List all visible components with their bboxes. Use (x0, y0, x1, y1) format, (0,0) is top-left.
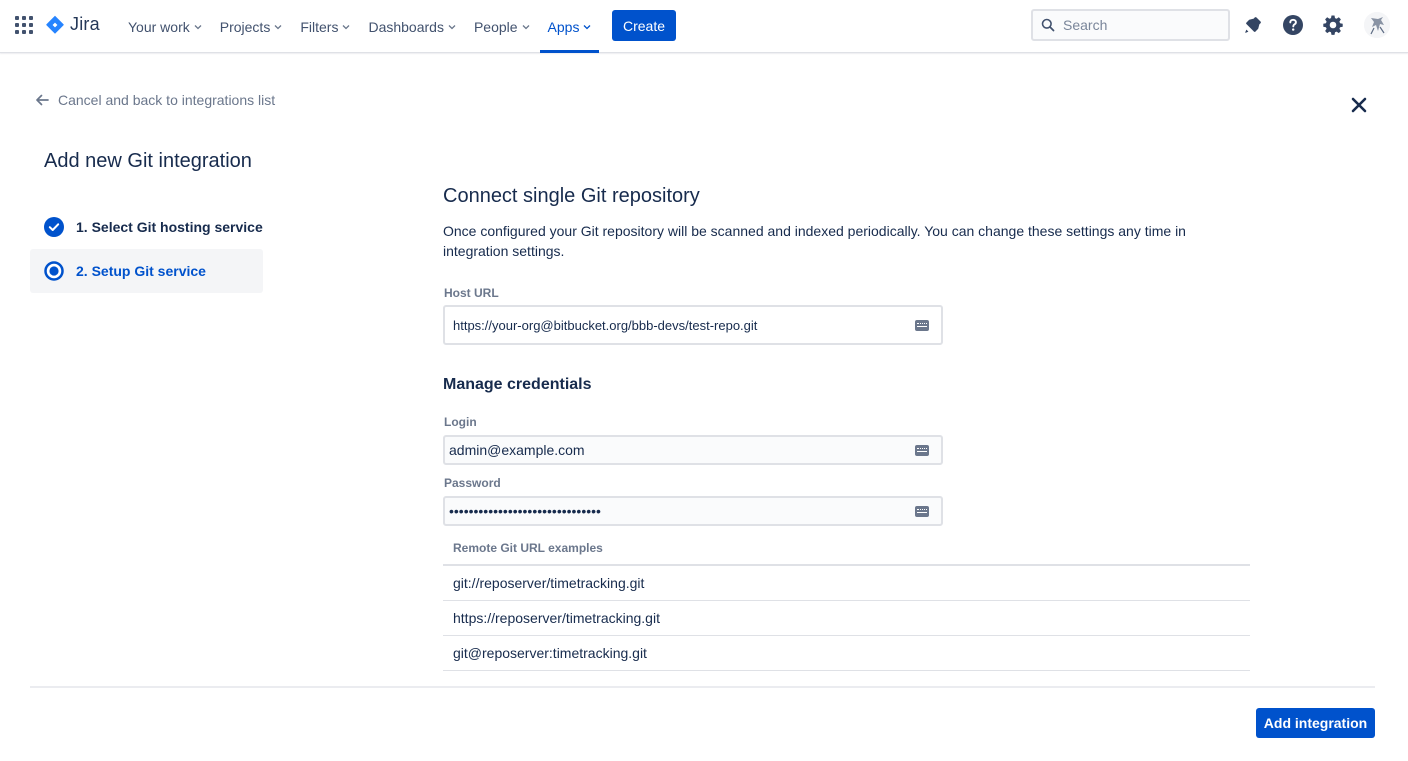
chevron-down-icon (448, 24, 456, 29)
close-icon[interactable] (1348, 94, 1370, 116)
form-description: Once configured your Git repository will… (443, 223, 1186, 259)
host-url-input[interactable] (445, 317, 915, 333)
top-navigation: Jira Your work Projects Filters Dashboar… (0, 0, 1408, 53)
nav-label: Apps (547, 18, 580, 35)
search-input[interactable] (1063, 17, 1213, 33)
avatar[interactable] (1364, 12, 1390, 38)
examples-header: Remote Git URL examples (443, 537, 1250, 566)
chevron-down-icon (342, 24, 350, 29)
step-select-hosting[interactable]: 1. Select Git hosting service (30, 205, 263, 249)
nav-dashboards[interactable]: Dashboards (360, 0, 464, 53)
nav-label: Projects (219, 18, 271, 35)
password-manager-icon[interactable] (915, 444, 929, 456)
chevron-down-icon (194, 24, 202, 29)
nav-label: Filters (300, 18, 339, 35)
chevron-down-icon (274, 24, 282, 29)
user-avatar-icon (1364, 12, 1390, 38)
nav-label: People (473, 18, 518, 35)
check-circle-icon (44, 217, 64, 237)
nav-label: Dashboards (368, 18, 444, 35)
login-input[interactable] (445, 442, 915, 458)
host-url-label: Host URL (444, 286, 499, 300)
password-input[interactable] (445, 503, 915, 519)
wizard-steps: 1. Select Git hosting service 2. Setup G… (30, 205, 263, 293)
settings-icon[interactable] (1322, 14, 1344, 36)
radio-current-icon (44, 261, 64, 281)
login-label: Login (444, 415, 477, 429)
credentials-heading: Manage credentials (443, 376, 592, 393)
git-url-examples-table: Remote Git URL examples git://reposerver… (443, 537, 1250, 671)
step-setup-git[interactable]: 2. Setup Git service (30, 249, 263, 293)
app-switcher-icon[interactable] (15, 16, 33, 34)
nav-people[interactable]: People (466, 0, 538, 53)
help-icon[interactable] (1282, 14, 1304, 36)
chevron-down-icon (584, 24, 591, 29)
nav-filters[interactable]: Filters (292, 0, 358, 53)
password-manager-icon[interactable] (915, 505, 929, 517)
footer-divider (30, 686, 1375, 688)
page-title: Add new Git integration (44, 150, 252, 172)
nav-projects[interactable]: Projects (212, 0, 291, 53)
form-heading: Connect single Git repository (443, 185, 700, 207)
table-row: git://reposerver/timetracking.git (443, 566, 1250, 601)
jira-logo[interactable]: Jira (45, 14, 100, 35)
search-icon (1041, 18, 1055, 32)
password-manager-icon[interactable] (915, 319, 929, 331)
step-label: 2. Setup Git service (76, 263, 206, 279)
product-name: Jira (70, 14, 100, 34)
main-nav: Your work Projects Filters Dashboards Pe… (120, 0, 601, 53)
arrow-left-icon (36, 94, 49, 106)
password-field[interactable] (443, 496, 943, 526)
table-row: https://reposerver/timetracking.git (443, 601, 1250, 636)
nav-apps[interactable]: Apps (539, 0, 600, 53)
chevron-down-icon (522, 24, 530, 29)
search-box[interactable] (1031, 9, 1230, 41)
step-label: 1. Select Git hosting service (76, 219, 263, 235)
password-label: Password (444, 476, 501, 490)
create-button[interactable]: Create (612, 10, 676, 41)
nav-your-work[interactable]: Your work (120, 0, 210, 53)
back-to-integrations-link[interactable]: Cancel and back to integrations list (34, 92, 275, 108)
jira-logo-icon (46, 15, 64, 34)
back-link-label: Cancel and back to integrations list (58, 92, 276, 108)
notifications-icon[interactable] (1242, 14, 1264, 36)
add-integration-button[interactable]: Add integration (1256, 708, 1375, 738)
table-row: git@reposerver:timetracking.git (443, 636, 1250, 671)
login-field[interactable] (443, 435, 943, 465)
host-url-field[interactable] (443, 305, 943, 345)
nav-label: Your work (128, 18, 190, 35)
